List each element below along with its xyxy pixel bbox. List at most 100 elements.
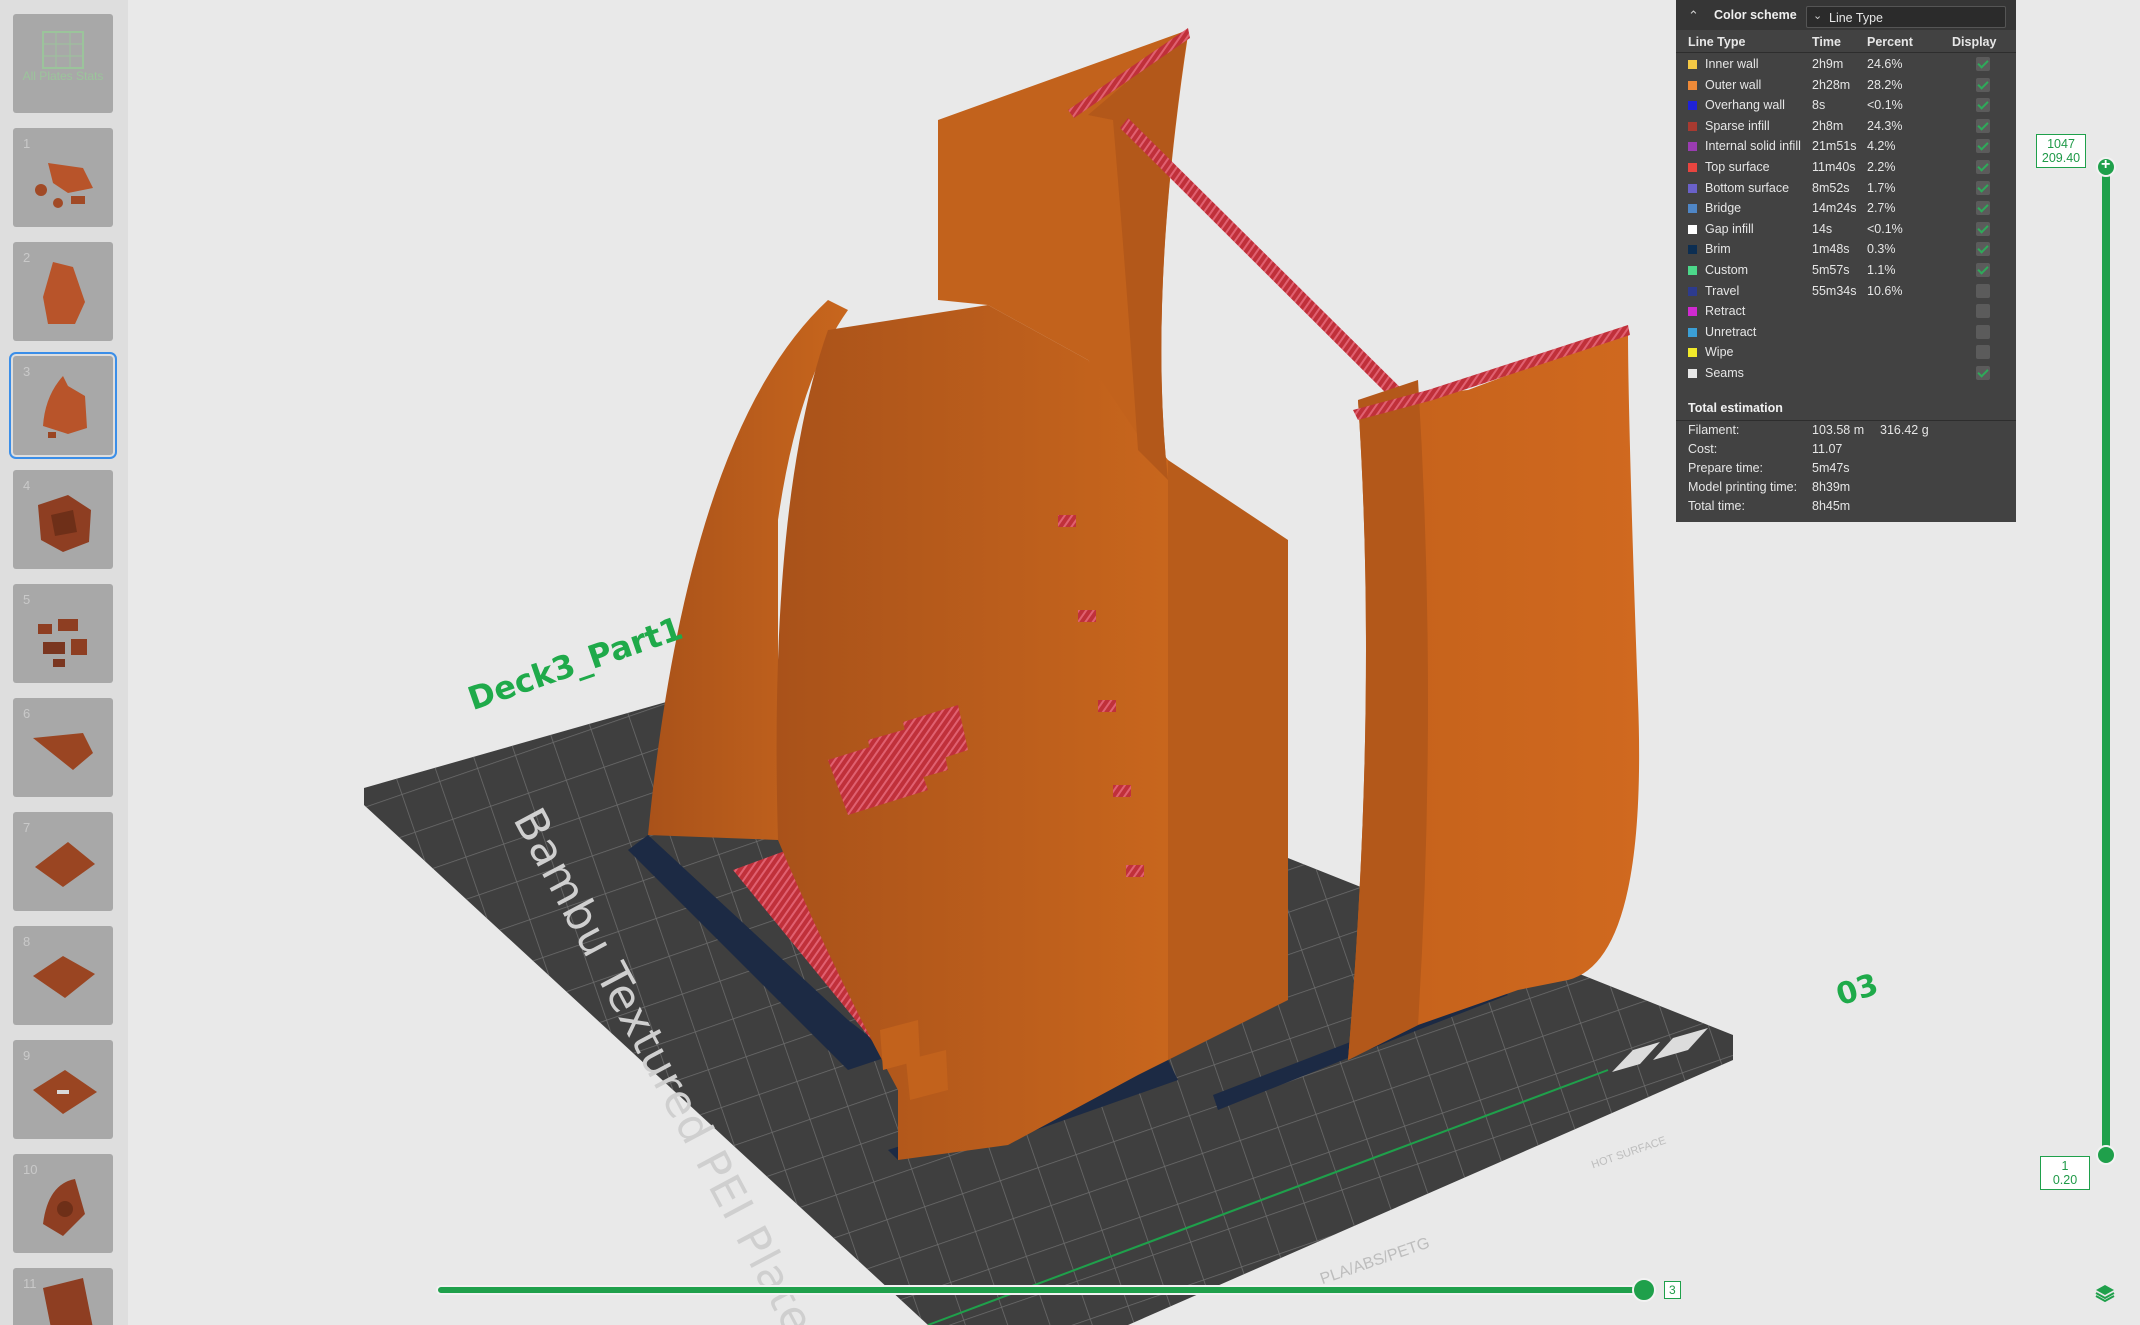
display-checkbox[interactable] <box>1976 201 1990 216</box>
total-time-value: 8h45m <box>1812 499 1851 513</box>
display-checkbox[interactable] <box>1976 160 1990 174</box>
line-type-swatch <box>1688 121 1697 131</box>
legend-row: Custom 5m57s 1.1% <box>1676 260 2016 281</box>
plate-thumbnail-1[interactable]: 1 <box>13 128 113 227</box>
filament-label: Filament: <box>1688 423 1740 437</box>
column-line-type: Line Type <box>1688 35 1746 49</box>
display-checkbox[interactable] <box>1976 98 1990 113</box>
plate-thumbnail-4[interactable]: 4 <box>13 470 113 569</box>
plate-thumbnail-3[interactable]: 3 <box>9 352 117 459</box>
layer-slider-bottom-handle[interactable] <box>2096 1145 2116 1165</box>
display-checkbox[interactable] <box>1976 77 1990 92</box>
line-type-name: Bottom surface <box>1705 180 1790 195</box>
plate-preview <box>38 619 87 667</box>
legend-row: Outer wall 2h28m 28.2% <box>1676 75 2016 96</box>
line-type-swatch <box>1688 327 1697 337</box>
cost-label: Cost: <box>1688 442 1718 456</box>
line-type-time: 11m40s <box>1812 160 1856 174</box>
line-type-percent: 1.7% <box>1867 180 1896 195</box>
line-type-swatch <box>1688 369 1697 378</box>
line-type-name: Unretract <box>1705 324 1757 339</box>
plate-thumbnail-6[interactable]: 6 <box>13 698 113 797</box>
color-scheme-label: Color scheme <box>1714 8 1797 22</box>
plate-preview <box>35 163 93 208</box>
legend-row: Sparse infill 2h8m 24.3% <box>1676 116 2016 137</box>
prepare-time-label: Prepare time: <box>1688 461 1764 475</box>
line-type-swatch <box>1688 80 1697 90</box>
line-type-percent: 0.3% <box>1867 242 1896 257</box>
line-type-percent: <0.1% <box>1867 98 1903 113</box>
display-checkbox[interactable] <box>1976 118 1990 133</box>
all-plates-label: All Plates Stats <box>22 69 104 83</box>
color-scheme-value: Line Type <box>1829 11 1883 25</box>
plate-thumbnail-5[interactable]: 5 <box>13 584 113 683</box>
plate-thumbnail-9[interactable]: 9 <box>13 1040 113 1139</box>
line-type-name: Top surface <box>1705 160 1770 174</box>
plate-thumbnail-7[interactable]: 7 <box>13 812 113 911</box>
filament-weight: 316.42 g <box>1880 423 1929 437</box>
plate-preview <box>43 262 85 324</box>
line-type-time: 8s <box>1812 98 1826 113</box>
line-type-swatch <box>1688 204 1697 214</box>
line-type-percent: 4.2% <box>1867 139 1896 154</box>
display-checkbox[interactable] <box>1976 139 1990 154</box>
model-printing-time-label: Model printing time: <box>1688 480 1798 494</box>
top-layer-height: 209.40 <box>2041 151 2081 165</box>
legend-row: Overhang wall 8s <0.1% <box>1676 95 2016 116</box>
divider <box>1676 420 2016 421</box>
plate-thumbnail-8[interactable]: 8 <box>13 926 113 1025</box>
display-checkbox[interactable] <box>1976 324 1990 339</box>
line-type-swatch <box>1688 286 1697 296</box>
color-scheme-legend: ⌃ Color scheme ⌄ Line Type Line Type Tim… <box>1676 0 2016 522</box>
move-slider-track[interactable] <box>436 1285 1654 1295</box>
filament-length: 103.58 m <box>1812 423 1865 437</box>
layer-slider-top-handle[interactable] <box>2096 156 2116 177</box>
plate-preview <box>43 376 87 438</box>
plate-thumbnail-10[interactable]: 10 <box>13 1154 113 1253</box>
line-type-name: Bridge <box>1705 201 1742 216</box>
legend-row: Bridge 14m24s 2.7% <box>1676 198 2016 219</box>
legend-row: Inner wall 2h9m 24.6% <box>1676 54 2016 75</box>
line-type-swatch <box>1688 307 1697 317</box>
legend-column-headers: Line Type Time Percent Display <box>1676 33 2016 53</box>
line-type-name: Overhang wall <box>1705 98 1785 113</box>
line-type-name: Internal solid infill <box>1705 139 1801 154</box>
color-scheme-select[interactable]: ⌄ Line Type <box>1806 6 2006 28</box>
line-type-name: Sparse infill <box>1705 118 1770 133</box>
display-checkbox[interactable] <box>1976 57 1990 71</box>
top-layer-number: 1047 <box>2047 137 2075 151</box>
display-checkbox[interactable] <box>1976 283 1990 298</box>
line-type-time: 55m34s <box>1812 283 1857 298</box>
legend-row: Top surface 11m40s 2.2% <box>1676 157 2016 178</box>
display-checkbox[interactable] <box>1976 180 1990 195</box>
display-checkbox[interactable] <box>1976 263 1990 277</box>
chevron-up-icon[interactable]: ⌃ <box>1688 8 1699 24</box>
display-checkbox[interactable] <box>1976 242 1990 257</box>
display-checkbox[interactable] <box>1976 221 1990 236</box>
legend-row: Brim 1m48s 0.3% <box>1676 239 2016 260</box>
line-type-time: 1m48s <box>1812 242 1850 257</box>
display-checkbox[interactable] <box>1976 366 1990 380</box>
line-type-name: Gap infill <box>1705 221 1754 236</box>
display-checkbox[interactable] <box>1976 304 1990 319</box>
layers-icon[interactable] <box>2094 1282 2116 1304</box>
display-checkbox[interactable] <box>1976 345 1990 360</box>
line-type-swatch <box>1688 101 1697 111</box>
prepare-time-value: 5m47s <box>1812 461 1850 475</box>
plate-thumbnail-2[interactable]: 2 <box>13 242 113 341</box>
legend-row: Retract <box>1676 301 2016 322</box>
plate-preview <box>33 733 93 770</box>
move-slider-handle[interactable] <box>1632 1278 1656 1302</box>
line-type-swatch <box>1688 142 1697 152</box>
line-type-swatch <box>1688 163 1697 172</box>
line-type-name: Retract <box>1705 304 1746 319</box>
line-type-name: Inner wall <box>1705 57 1759 71</box>
line-type-time: 2h8m <box>1812 118 1844 133</box>
layer-slider-track[interactable] <box>2102 165 2110 1160</box>
line-type-time: 8m52s <box>1812 180 1850 195</box>
legend-row: Gap infill 14s <0.1% <box>1676 219 2016 240</box>
line-type-name: Travel <box>1705 283 1740 298</box>
line-type-percent: <0.1% <box>1867 221 1903 236</box>
all-plates-stats-button[interactable]: All Plates Stats <box>13 14 113 113</box>
plate-thumbnail-11[interactable]: 11 <box>13 1268 113 1325</box>
